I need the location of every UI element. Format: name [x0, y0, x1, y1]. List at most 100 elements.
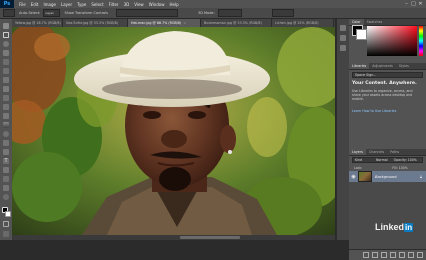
tab-layers[interactable]: Layers	[349, 149, 366, 155]
new-adjustment-icon[interactable]	[390, 252, 396, 258]
move-tool-icon[interactable]	[3, 23, 9, 29]
tab-styles[interactable]: Styles	[396, 64, 412, 68]
menu-image[interactable]: Image	[43, 2, 56, 7]
menu-bar: Ps File Edit Image Layer Type Select Fil…	[0, 0, 426, 8]
layers-list-empty-area	[349, 182, 426, 249]
tab-label: Yellow.jpg @ 16.7% (RGB/8)	[15, 21, 61, 25]
tab-swatches[interactable]: Swatches	[364, 20, 386, 24]
menu-select[interactable]: Select	[91, 2, 103, 7]
zoom-tool-icon[interactable]	[3, 194, 9, 200]
hand-tool-icon[interactable]	[3, 185, 9, 191]
auto-select-label: Auto-Select:	[19, 11, 41, 15]
maximize-button[interactable]: □	[410, 1, 417, 7]
menu-3d[interactable]: 3D	[124, 2, 130, 7]
close-icon[interactable]: ×	[183, 21, 186, 25]
pen-tool-icon[interactable]	[3, 149, 9, 155]
tab-paths[interactable]: Paths	[387, 150, 402, 154]
horizontal-scrollbar[interactable]	[12, 235, 335, 240]
gradient-tool-icon[interactable]	[3, 122, 9, 128]
tab-label: Sea-Turtle.jpg @ 33.3% (RGB/8)	[66, 21, 119, 25]
menu-filter[interactable]: Filter	[109, 2, 119, 7]
marquee-tool-icon[interactable]	[3, 32, 9, 38]
document-canvas[interactable]	[12, 27, 335, 235]
menu-layer[interactable]: Layer	[61, 2, 72, 7]
lock-label: Lock:	[354, 165, 363, 170]
new-layer-icon[interactable]	[408, 252, 414, 258]
clone-stamp-tool-icon[interactable]	[3, 95, 9, 101]
info-panel-icon[interactable]	[340, 45, 346, 51]
auto-select-dropdown[interactable]: Layer	[43, 9, 61, 17]
eye-icon[interactable]: ◉	[349, 174, 358, 180]
add-mask-icon[interactable]	[381, 252, 387, 258]
libraries-description: Use Libraries to organize, access, and s…	[352, 89, 413, 102]
menu-help[interactable]: Help	[169, 2, 178, 7]
quick-selection-tool-icon[interactable]	[3, 50, 9, 56]
learn-libraries-link[interactable]: Learn How to Use Libraries	[352, 109, 396, 113]
menu-edit[interactable]: Edit	[31, 2, 39, 7]
layer-background[interactable]: ◉ Background 🔒︎	[349, 171, 426, 182]
color-field[interactable]	[367, 26, 417, 56]
right-panel-dock: Color Swatches Libraries Adjustments Sty…	[349, 19, 426, 260]
quick-mask-icon[interactable]	[3, 221, 9, 227]
background-swatch[interactable]	[356, 29, 367, 40]
healing-brush-tool-icon[interactable]	[3, 77, 9, 83]
scrollbar-thumb[interactable]	[180, 236, 240, 239]
crop-tool-icon[interactable]	[3, 59, 9, 65]
path-selection-tool-icon[interactable]	[3, 167, 9, 173]
tab-label: Businessman.jpg @ 33.3% (RGB/8)	[204, 21, 262, 25]
minimize-button[interactable]: –	[403, 1, 410, 7]
layer-thumbnail	[358, 171, 372, 182]
blur-tool-icon[interactable]	[3, 131, 9, 137]
lock-icon: 🔒︎	[419, 174, 422, 179]
blend-mode-dropdown[interactable]: Normal	[376, 158, 388, 162]
document-tabs: Yellow.jpg @ 16.7% (RGB/8) Sea-Turtle.jp…	[12, 19, 335, 27]
layer-name: Background	[375, 174, 397, 179]
tab-businessman[interactable]: Businessman.jpg @ 33.3% (RGB/8)	[201, 19, 272, 27]
hue-slider[interactable]	[419, 26, 423, 56]
shape-tool-icon[interactable]	[3, 176, 9, 182]
close-window-button[interactable]: ✕	[417, 1, 424, 7]
watermark-prefix: Linked	[375, 222, 405, 232]
screen-mode-icon[interactable]	[3, 231, 9, 237]
tab-libraries[interactable]: Libraries	[349, 63, 370, 69]
background-color-icon[interactable]	[5, 211, 11, 217]
new-group-icon[interactable]	[399, 252, 405, 258]
photoshop-logo-icon: Ps	[0, 0, 14, 8]
workspace-switcher[interactable]	[271, 9, 294, 17]
eyedropper-tool-icon[interactable]	[3, 68, 9, 74]
tab-hat-man[interactable]: Hat-man.jpg @ 66.7% (RGB/8) ×	[128, 19, 201, 27]
libraries-heading: Your Content. Anywhere.	[352, 81, 417, 86]
tool-preset-picker[interactable]	[3, 9, 15, 17]
menu-window[interactable]: Window	[149, 2, 165, 7]
properties-panel-icon[interactable]	[340, 35, 346, 41]
dodge-tool-icon[interactable]	[3, 140, 9, 146]
history-brush-tool-icon[interactable]	[3, 104, 9, 110]
menu-view[interactable]: View	[134, 2, 144, 7]
delete-layer-icon[interactable]	[417, 252, 423, 258]
tab-adjustments[interactable]: Adjustments	[369, 64, 396, 68]
eraser-tool-icon[interactable]	[3, 113, 9, 119]
3d-mode-label: 3D Mode:	[198, 11, 215, 15]
tab-lichen[interactable]: Lichen.jpg @ 25% (RGB/8)	[272, 19, 334, 27]
history-panel-icon[interactable]	[340, 25, 346, 31]
layers-footer	[349, 249, 426, 260]
link-layers-icon[interactable]	[363, 252, 369, 258]
lasso-tool-icon[interactable]	[3, 41, 9, 47]
show-transform-controls-label[interactable]: Show Transform Controls	[64, 11, 108, 15]
fill-field[interactable]: Fill: 100%	[392, 166, 407, 170]
tab-yellow[interactable]: Yellow.jpg @ 16.7% (RGB/8)	[12, 19, 63, 27]
add-style-icon[interactable]	[372, 252, 378, 258]
tab-channels[interactable]: Channels	[366, 150, 387, 154]
type-tool-icon[interactable]: T	[3, 158, 9, 164]
menu-type[interactable]: Type	[77, 2, 86, 7]
menu-file[interactable]: File	[19, 2, 26, 7]
window-controls: – □ ✕	[403, 1, 424, 7]
opacity-field[interactable]: Opacity: 100%	[394, 158, 417, 162]
brush-tool-icon[interactable]	[3, 86, 9, 92]
align-buttons[interactable]	[116, 9, 178, 17]
tab-sea-turtle[interactable]: Sea-Turtle.jpg @ 33.3% (RGB/8)	[63, 19, 128, 27]
layer-filter[interactable]: Kind Normal Opacity: 100%	[352, 157, 423, 163]
linkedin-watermark: Linkedin	[375, 222, 414, 232]
library-dropdown[interactable]: Space Sign...	[352, 72, 423, 78]
3d-mode-buttons[interactable]	[217, 9, 242, 17]
